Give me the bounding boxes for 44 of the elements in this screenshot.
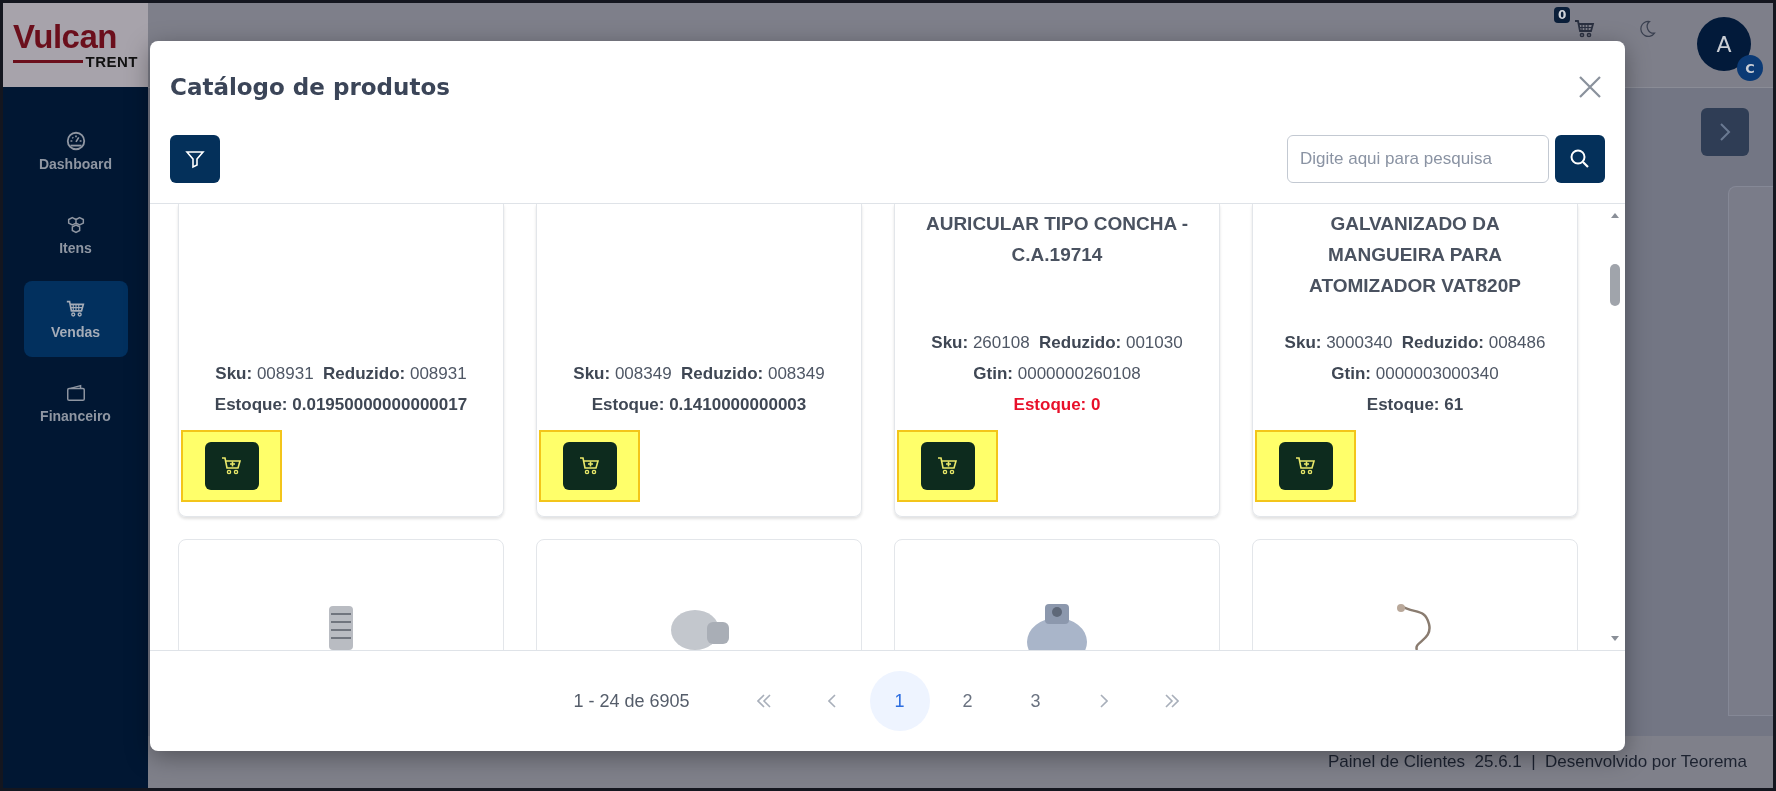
wallet-icon (64, 382, 87, 404)
gauge-icon (64, 130, 87, 152)
page-button[interactable]: 3 (1005, 671, 1066, 731)
chevron-icon (1099, 694, 1108, 708)
double-chevron-icon (1164, 694, 1179, 708)
filter-icon (185, 149, 205, 169)
stock-text: Estoque: 0 (1012, 394, 1102, 416)
search-field[interactable]: Digite aqui para pesquisa (1287, 135, 1549, 183)
stock-text: Estoque: 0.1410000000003 (590, 394, 808, 416)
dialog-title: Catálogo de produtos (170, 74, 450, 100)
product-info: Sku: 008931 Reduzido: 008931 (214, 363, 468, 385)
product-info: Sku: 260108 Reduzido: 001030 (930, 332, 1184, 354)
chevron-icon (827, 694, 836, 708)
cart-count: 0 (1554, 7, 1571, 23)
sidebar-item[interactable]: Vendas (23, 281, 128, 357)
add-to-cart-button[interactable] (1278, 442, 1333, 490)
add-to-cart-button[interactable] (562, 442, 617, 490)
product-info: Gtin: 0000000260108 (972, 363, 1142, 385)
cart-icon (64, 298, 87, 320)
next-button[interactable] (1701, 108, 1749, 156)
moon-icon[interactable] (1637, 19, 1657, 39)
sidebar-item[interactable]: Financeiro (23, 365, 128, 441)
product-info: Sku: 008349 Reduzido: 008349 (572, 363, 826, 385)
add-to-cart-button[interactable] (920, 442, 975, 490)
product-info: Sku: 3000340 Reduzido: 008486 (1283, 332, 1547, 354)
double-chevron-icon (756, 694, 771, 708)
logo: Vulcan TRENT (3, 3, 148, 87)
page-button[interactable]: 2 (937, 671, 998, 731)
add-to-cart-button[interactable] (204, 442, 259, 490)
product-title: AURICULAR TIPO CONCHA - C.A.19714 (924, 212, 1190, 267)
footer-text: Painel de Clientes 25.6.1 | Desenvolvido por Teorema (1328, 752, 1747, 772)
filter-button[interactable] (170, 135, 220, 183)
range-text: 1 - 24 de 6905 (573, 690, 690, 712)
search-button[interactable] (1555, 135, 1605, 183)
sidebar-item[interactable]: Dashboard (23, 113, 128, 189)
search-icon (1569, 148, 1591, 170)
stock-text: Estoque: 0.01950000000000017 (213, 394, 469, 416)
product-title: GALVANIZADO DA MANGUEIRA PARA ATOMIZADOR VAT820P (1308, 212, 1522, 298)
product-info: Gtin: 0000003000340 (1330, 363, 1500, 385)
avatar-badge: C (1737, 55, 1763, 81)
page-button[interactable]: 1 (869, 671, 930, 731)
stock-text: Estoque: 61 (1365, 394, 1465, 416)
chevron-icon (1717, 121, 1733, 143)
sidebar-item[interactable]: Itens (23, 197, 128, 273)
